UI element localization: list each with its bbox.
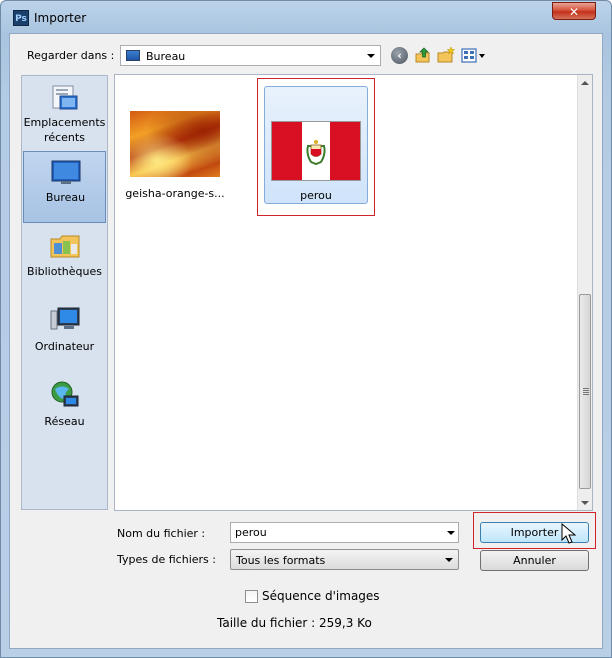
desktop-icon: [126, 50, 140, 61]
places-item-libraries[interactable]: Bibliothèques: [23, 226, 106, 296]
places-item-label: Bureau: [45, 191, 86, 204]
desktop-icon: [51, 160, 81, 184]
close-button[interactable]: ✕: [552, 2, 596, 20]
filename-input[interactable]: [230, 522, 459, 543]
file-item-geisha[interactable]: geisha-orange-s...: [125, 105, 225, 205]
file-name: geisha-orange-s...: [125, 187, 225, 200]
places-item-label: Ordinateur: [34, 340, 95, 353]
places-item-label: Emplacements récents: [23, 116, 106, 144]
scroll-up-icon[interactable]: [581, 81, 589, 85]
chevron-down-icon: [445, 558, 453, 562]
view-menu-button[interactable]: [461, 47, 487, 65]
filetype-label: Types de fichiers :: [117, 553, 216, 566]
file-size-text: Taille du fichier : 259,3 Ko: [217, 616, 372, 630]
filetype-value: Tous les formats: [236, 554, 326, 567]
chevron-down-icon[interactable]: [447, 531, 455, 535]
places-item-recent[interactable]: Emplacements récents: [23, 79, 106, 149]
computer-icon: [50, 307, 80, 330]
view-menu-icon: [461, 48, 485, 63]
places-item-computer[interactable]: Ordinateur: [23, 301, 106, 371]
image-sequence-checkbox[interactable]: [245, 590, 258, 603]
grip-icon: [583, 388, 589, 389]
image-thumbnail: [130, 111, 220, 177]
places-item-network[interactable]: Réseau: [23, 376, 106, 446]
new-folder-button[interactable]: [437, 46, 456, 65]
recent-places-icon: [52, 85, 78, 110]
filename-label: Nom du fichier :: [117, 527, 206, 540]
up-folder-button[interactable]: [414, 47, 432, 65]
filetype-select[interactable]: Tous les formats: [230, 549, 459, 570]
places-item-label: Réseau: [44, 415, 85, 428]
vertical-scrollbar[interactable]: [577, 75, 592, 510]
image-sequence-label[interactable]: Séquence d'images: [262, 589, 380, 603]
scroll-thumb[interactable]: [579, 294, 591, 489]
import-dialog: Ps Importer ✕ Regarder dans : Bureau ‹ E…: [0, 0, 612, 658]
new-folder-icon: [437, 46, 456, 63]
chevron-down-icon: [367, 54, 375, 58]
libraries-icon: [50, 235, 80, 258]
network-icon: [51, 381, 79, 407]
lookin-dropdown[interactable]: Bureau: [120, 45, 381, 66]
back-button[interactable]: ‹: [391, 47, 408, 64]
places-item-desktop[interactable]: Bureau: [23, 151, 106, 223]
up-folder-icon: [415, 47, 430, 63]
lookin-label: Regarder dans :: [27, 49, 115, 62]
selection-highlight-frame: [257, 78, 375, 216]
button-highlight-frame: [473, 512, 596, 549]
mouse-cursor-icon: [561, 523, 577, 544]
scroll-down-icon[interactable]: [581, 501, 589, 505]
back-arrow-icon: ‹: [397, 49, 402, 62]
lookin-value: Bureau: [146, 50, 186, 63]
window-title: Importer: [34, 11, 87, 25]
photoshop-app-icon: Ps: [13, 10, 29, 26]
places-bar: Emplacements récents Bureau Bibliothèque…: [21, 75, 108, 510]
places-item-label: Bibliothèques: [27, 265, 102, 278]
cancel-button[interactable]: Annuler: [480, 550, 589, 571]
title-bar[interactable]: Ps Importer ✕: [1, 1, 611, 33]
